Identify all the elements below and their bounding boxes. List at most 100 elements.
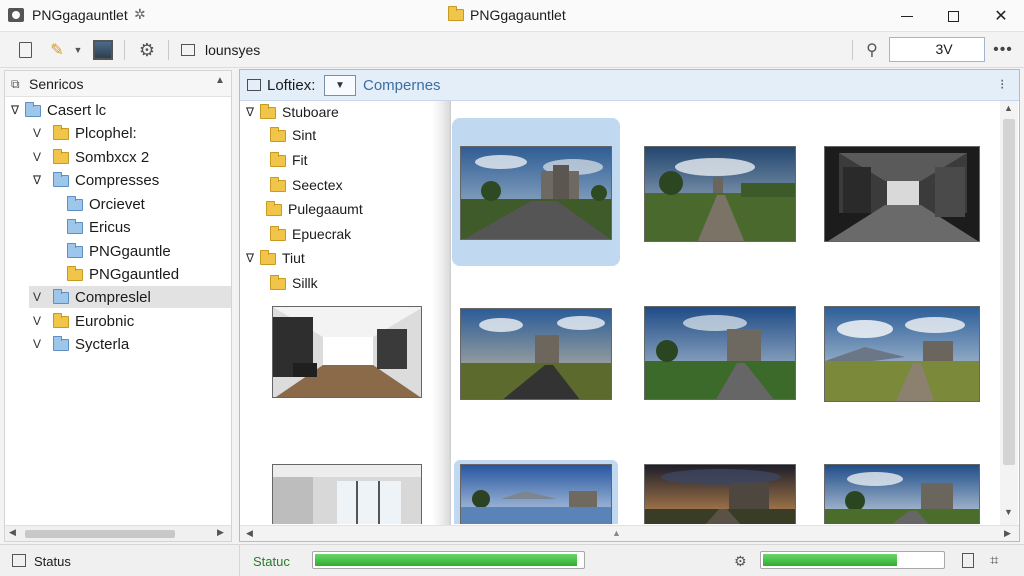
expand-arrow-icon[interactable]: V — [33, 337, 47, 351]
folder-icon — [270, 177, 286, 192]
scroll-right-icon[interactable]: ▶ — [1004, 528, 1011, 539]
scroll-up-icon[interactable]: ▲ — [1004, 103, 1013, 113]
sidebar-item[interactable]: V Plcophel: — [33, 122, 137, 144]
location-label: Loftiex: — [267, 77, 316, 94]
tree-item[interactable]: Epuecrak — [270, 223, 351, 245]
expand-arrow-icon[interactable]: V — [33, 126, 47, 140]
tree-item[interactable]: Sillk — [270, 272, 318, 294]
thumbnail[interactable] — [644, 146, 796, 244]
main-horizontal-scrollbar[interactable]: ◀ ▲ ▶ — [240, 525, 1019, 541]
thumbnail[interactable] — [824, 304, 980, 404]
grid-icon[interactable]: ⌗ — [990, 552, 998, 569]
status-settings-icon[interactable]: ⚙ — [734, 553, 747, 570]
tree-item[interactable]: Pulegaaumt — [266, 198, 363, 220]
sidebar-header: ⧉ Senricos ▲ — [5, 71, 231, 97]
toolbar: ✎ ▼ ⚙ lounsyes ⚲ 3V ••• — [0, 32, 1024, 68]
image-button[interactable] — [90, 38, 116, 62]
sidebar-item[interactable]: ∇ Compresses — [33, 169, 159, 191]
sidebar-item-label: Plcophel: — [75, 124, 137, 142]
panel-more-icon[interactable]: ⁝ — [1000, 76, 1004, 93]
sidebar-item-selected[interactable]: V Compreslel — [29, 286, 231, 308]
thumbnail[interactable] — [272, 464, 422, 524]
zoom-input[interactable]: 3V — [889, 37, 985, 62]
document-icon[interactable] — [962, 553, 974, 568]
thumbnail[interactable] — [824, 146, 980, 244]
minimize-button[interactable] — [884, 0, 930, 32]
current-folder-label[interactable]: Compernes — [363, 77, 441, 94]
chevron-down-icon: ▼ — [73, 45, 83, 55]
thumbnail[interactable] — [456, 304, 616, 404]
tree-item-label: Sillk — [292, 275, 318, 291]
thumbnail[interactable] — [272, 306, 422, 398]
sidebar-horizontal-scrollbar[interactable]: ◀ ▶ — [5, 525, 231, 541]
sidebar-item[interactable]: V Sycterla — [33, 333, 129, 355]
tree-item[interactable]: Sint — [270, 124, 316, 146]
sidebar-item[interactable]: V Sombxcx 2 — [33, 146, 149, 168]
edit-button[interactable]: ✎ — [46, 38, 68, 62]
sidebar-item[interactable]: PNGgauntled — [67, 263, 179, 285]
sidebar-item[interactable]: V Eurobnic — [33, 310, 134, 332]
close-button[interactable]: ✕ — [978, 0, 1024, 32]
toolbar-label[interactable]: lounsyes — [205, 42, 260, 58]
search-button[interactable]: ⚲ — [858, 38, 886, 62]
list-view-button[interactable] — [178, 38, 198, 62]
thumbnail[interactable] — [452, 118, 620, 266]
window-title: PNGgagauntlet — [448, 6, 566, 23]
folder-icon — [67, 219, 83, 234]
toolbar-divider — [124, 40, 125, 60]
more-icon: ••• — [993, 41, 1013, 58]
thumbnail[interactable] — [644, 304, 798, 404]
progress-fill — [315, 554, 577, 566]
tree-item-label: Pulegaaumt — [288, 201, 363, 217]
scrollbar-thumb[interactable] — [1003, 119, 1015, 465]
scroll-left-icon[interactable]: ◀ — [246, 528, 253, 539]
new-document-button[interactable] — [14, 38, 36, 62]
pane-splitter[interactable] — [432, 101, 451, 525]
thumbnail[interactable] — [824, 462, 980, 524]
location-dropdown[interactable]: ▼ — [324, 75, 356, 96]
image-icon — [93, 40, 113, 60]
folder-tree: ∇ Stuboare Sint Fit Seectex Pulegaaumt E… — [240, 101, 432, 303]
expand-arrow-icon[interactable]: ∇ — [246, 105, 260, 119]
scroll-right-icon[interactable]: ▶ — [217, 527, 224, 538]
collapse-icon[interactable]: ▲ — [215, 75, 225, 86]
settings-button[interactable]: ⚙ — [134, 38, 160, 62]
sidebar-item[interactable]: ∇ Casert lc — [11, 99, 106, 121]
expand-arrow-icon[interactable]: V — [33, 314, 47, 328]
sidebar-item[interactable]: Ericus — [67, 216, 131, 238]
sidebar-item[interactable]: Orcievet — [67, 193, 145, 215]
more-button[interactable]: ••• — [990, 38, 1016, 62]
tree-item[interactable]: ∇ Tiut — [246, 247, 305, 269]
tree-item[interactable]: ∇ Stuboare — [246, 101, 339, 123]
tree-item[interactable]: Fit — [270, 149, 308, 171]
main-vertical-scrollbar[interactable]: ▲ ▼ — [1000, 101, 1018, 525]
search-icon: ⚲ — [866, 42, 878, 59]
tree-item[interactable]: Seectex — [270, 174, 343, 196]
folder-icon — [53, 313, 69, 328]
scroll-down-icon[interactable]: ▼ — [1004, 507, 1013, 517]
maximize-icon — [947, 10, 959, 22]
maximize-button[interactable] — [930, 0, 976, 32]
title-gear-icon[interactable]: ✲ — [134, 6, 146, 23]
edit-dropdown-button[interactable]: ▼ — [72, 38, 84, 62]
scrollbar-thumb[interactable] — [25, 530, 175, 538]
thumbnail[interactable] — [644, 462, 798, 524]
sidebar-item[interactable]: PNGgauntle — [67, 240, 171, 262]
chevron-down-icon: ▼ — [335, 80, 345, 91]
progress-bar-main — [312, 551, 585, 569]
expand-arrow-icon[interactable]: V — [33, 290, 47, 304]
thumbnail[interactable] — [454, 460, 618, 524]
expand-arrow-icon[interactable]: ∇ — [246, 251, 260, 265]
progress-bar-secondary — [760, 551, 945, 569]
expand-arrow-icon[interactable]: ∇ — [11, 103, 25, 117]
sidebar-item-label: Sombxcx 2 — [75, 148, 150, 166]
folder-icon — [53, 149, 69, 164]
expand-arrow-icon[interactable]: V — [33, 150, 47, 164]
tree-item-label: Fit — [292, 152, 308, 168]
photo-thumbnail — [272, 306, 422, 398]
scroll-left-icon[interactable]: ◀ — [9, 527, 16, 538]
sidebar-title: Senricos — [29, 76, 84, 92]
progress-fill — [763, 554, 897, 566]
title-bar: PNGgagauntlet ✲ PNGgagauntlet ✕ — [0, 0, 1024, 32]
expand-arrow-icon[interactable]: ∇ — [33, 173, 47, 187]
